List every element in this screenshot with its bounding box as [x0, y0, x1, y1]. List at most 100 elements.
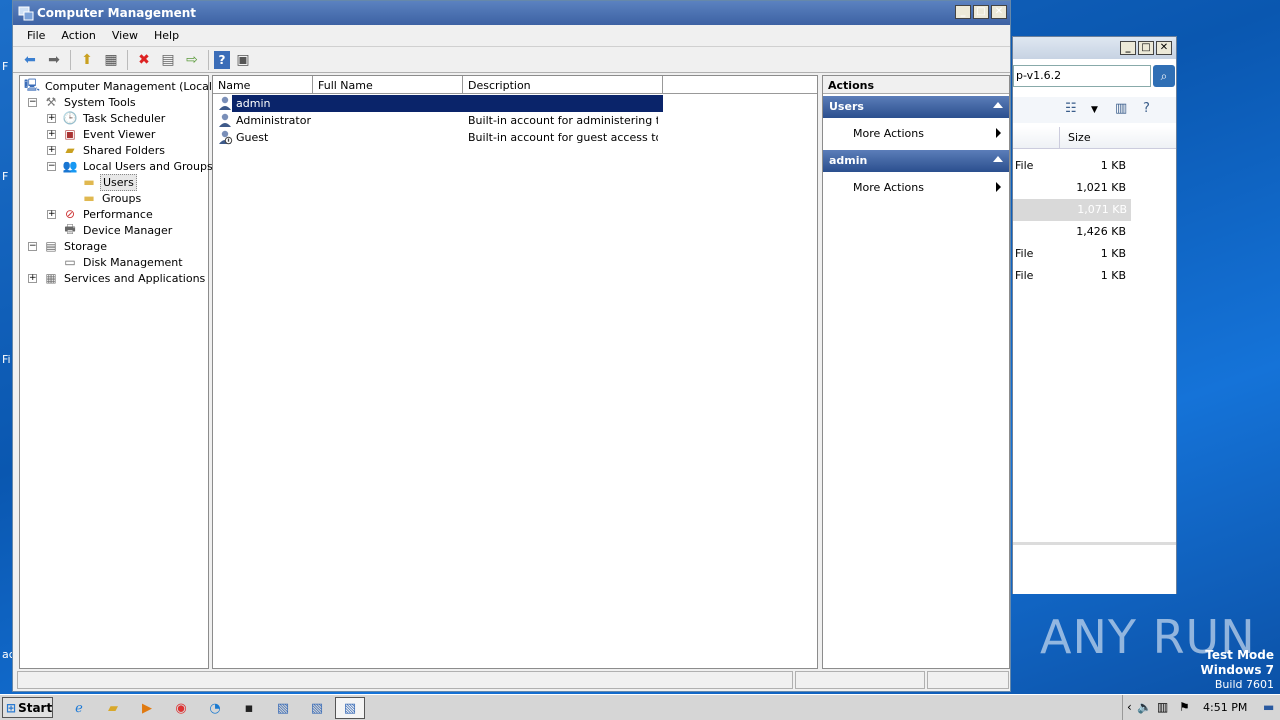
file-row[interactable]: File 1 KB — [1013, 155, 1176, 177]
close-button[interactable]: ✕ — [991, 5, 1007, 19]
column-name[interactable]: Name — [213, 76, 313, 93]
show-hidden-icons[interactable]: ‹ — [1127, 700, 1132, 714]
list-header: Name Full Name Description — [213, 76, 817, 94]
tree-item-event-viewer[interactable]: + ▣ Event Viewer — [47, 126, 157, 142]
collapse-icon[interactable]: − — [28, 97, 37, 107]
background-titlebar[interactable]: _ □ ✕ — [1013, 37, 1176, 59]
users-group-icon: 👥 — [62, 159, 78, 173]
chevron-down-icon[interactable]: ▼ — [1091, 105, 1098, 115]
menu-action[interactable]: Action — [53, 25, 103, 46]
chrome-icon[interactable]: ◉ — [166, 697, 196, 719]
background-explorer-window[interactable]: _ □ ✕ p-v1.6.2 ⌕ ☷ ▼ ▥ ? Size File 1 KB 1… — [1012, 36, 1177, 594]
menu-file[interactable]: File — [19, 25, 53, 46]
command-prompt-icon[interactable]: ▪ — [234, 697, 264, 719]
file-row[interactable]: File 1 KB — [1013, 265, 1176, 287]
size-column-header[interactable]: Size — [1059, 127, 1091, 149]
tree-item-root[interactable]: 🖳 Computer Management (Local) — [24, 78, 218, 94]
column-full-name[interactable]: Full Name — [313, 76, 463, 93]
console-tree[interactable]: 🖳 Computer Management (Local) − ⚒ System… — [19, 75, 216, 669]
forward-arrow-icon[interactable]: ➡ — [43, 49, 65, 71]
close-button[interactable]: ✕ — [1156, 41, 1172, 55]
taskbar: ⊞ Start ℯ ▰ ▶ ◉ ◔ ▪ ▧ ▧ ▧ ‹ 🔈 ▥ ⚑ 4:51 P… — [0, 694, 1280, 720]
tree-item-local-users-groups[interactable]: − 👥 Local Users and Groups — [47, 158, 215, 174]
user-icon — [219, 96, 231, 110]
expand-icon[interactable]: + — [47, 209, 56, 219]
delete-icon[interactable]: ✖ — [133, 49, 155, 71]
media-player-icon[interactable]: ▶ — [132, 697, 162, 719]
menu-help[interactable]: Help — [146, 25, 187, 46]
submenu-arrow-icon — [996, 128, 1001, 138]
computer-icon: 🖳 — [24, 77, 41, 92]
tree-item-task-scheduler[interactable]: + 🕒 Task Scheduler — [47, 110, 167, 126]
internet-explorer-icon[interactable]: ℯ — [64, 697, 94, 719]
computer-management-icon — [18, 6, 34, 21]
status-bar — [17, 671, 1009, 689]
tree-item-users[interactable]: ▬ Users — [81, 173, 137, 191]
minimize-button[interactable]: _ — [1120, 41, 1136, 55]
file-row[interactable]: 1,021 KB — [1013, 177, 1176, 199]
export-list-icon[interactable]: ⇨ — [181, 49, 203, 71]
edge-icon[interactable]: ◔ — [200, 697, 230, 719]
users-list-view[interactable]: Name Full Name Description admin Adminis… — [212, 75, 818, 669]
tree-item-groups[interactable]: ▬ Groups — [81, 190, 143, 206]
speaker-icon[interactable]: 🔈 — [1137, 700, 1152, 714]
maximize-button[interactable]: □ — [973, 5, 989, 19]
expand-icon[interactable]: + — [47, 113, 56, 123]
submenu-arrow-icon — [996, 182, 1001, 192]
show-action-pane-icon[interactable]: ▣ — [232, 49, 254, 71]
expand-icon[interactable]: + — [47, 145, 56, 155]
maximize-button[interactable]: □ — [1138, 41, 1154, 55]
network-icon[interactable]: ▥ — [1157, 700, 1168, 714]
test-mode-label: Test Mode Windows 7 Build 7601 — [1200, 648, 1274, 691]
tree-item-system-tools[interactable]: − ⚒ System Tools — [28, 94, 138, 110]
address-bar[interactable]: p-v1.6.2 — [1013, 65, 1151, 87]
file-row[interactable]: 1,071 KB — [1013, 199, 1131, 221]
minimize-button[interactable]: _ — [955, 5, 971, 19]
system-tray: ‹ 🔈 ▥ ⚑ 4:51 PM ▬ — [1122, 695, 1280, 720]
tree-item-storage[interactable]: − ▤ Storage — [28, 238, 109, 254]
toolbar: ⬅ ➡ ⬆ ▦ ✖ ▤ ⇨ ? ▣ — [13, 47, 1010, 73]
titlebar[interactable]: Computer Management _ □ ✕ — [13, 1, 1010, 25]
properties-icon[interactable]: ▤ — [157, 49, 179, 71]
collapse-arrow-icon[interactable] — [993, 156, 1003, 162]
tree-item-disk-management[interactable]: ▭ Disk Management — [47, 254, 185, 270]
collapse-icon[interactable]: − — [28, 241, 37, 251]
back-arrow-icon[interactable]: ⬅ — [19, 49, 41, 71]
tree-item-services-apps[interactable]: + ▦ Services and Applications — [28, 270, 207, 286]
tree-item-shared-folders[interactable]: + ▰ Shared Folders — [47, 142, 167, 158]
collapse-icon[interactable]: − — [47, 161, 56, 171]
actions-section-admin[interactable]: admin — [823, 150, 1009, 172]
start-button[interactable]: ⊞ Start — [2, 697, 53, 718]
desktop-label: Fi — [2, 353, 11, 366]
help-icon[interactable]: ? — [1143, 101, 1150, 116]
show-hide-tree-icon[interactable]: ▦ — [100, 49, 122, 71]
more-actions-users[interactable]: More Actions — [823, 118, 1009, 150]
action-center-flag-icon[interactable]: ⚑ — [1179, 700, 1190, 714]
computer-management-window[interactable]: Computer Management _ □ ✕ File Action Vi… — [12, 0, 1011, 692]
preview-pane-icon[interactable]: ▥ — [1115, 101, 1127, 116]
computer-management-task-icon[interactable]: ▧ — [268, 697, 298, 719]
actions-section-users[interactable]: Users — [823, 96, 1009, 118]
file-row[interactable]: 1,426 KB — [1013, 221, 1176, 243]
column-description[interactable]: Description — [463, 76, 663, 93]
actions-header: Actions — [823, 76, 1009, 94]
up-folder-icon[interactable]: ⬆ — [76, 49, 98, 71]
computer-management-task-icon[interactable]: ▧ — [335, 697, 365, 719]
computer-management-task-icon[interactable]: ▧ — [302, 697, 332, 719]
file-row[interactable]: File 1 KB — [1013, 243, 1176, 265]
clock[interactable]: 4:51 PM — [1203, 701, 1247, 714]
show-desktop-icon[interactable]: ▬ — [1263, 700, 1274, 714]
more-actions-admin[interactable]: More Actions — [823, 172, 1009, 204]
expand-icon[interactable]: + — [47, 129, 56, 139]
view-options-icon[interactable]: ☷ — [1065, 101, 1077, 116]
windows-logo-icon: ⊞ — [6, 700, 17, 715]
tree-item-device-manager[interactable]: 🖶 Device Manager — [47, 222, 174, 238]
menu-view[interactable]: View — [104, 25, 146, 46]
tree-item-performance[interactable]: + ⊘ Performance — [47, 206, 155, 222]
search-icon[interactable]: ⌕ — [1153, 65, 1175, 87]
collapse-arrow-icon[interactable] — [993, 102, 1003, 108]
expand-icon[interactable]: + — [28, 273, 37, 283]
help-icon[interactable]: ? — [214, 50, 230, 69]
file-explorer-icon[interactable]: ▰ — [98, 697, 128, 719]
user-icon — [219, 113, 231, 127]
